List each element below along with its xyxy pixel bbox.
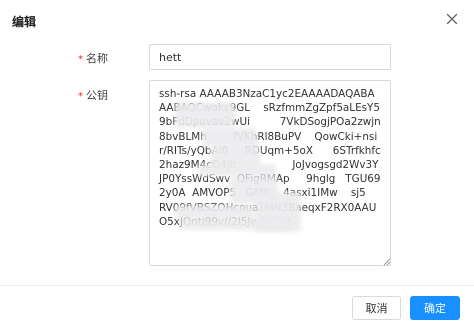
close-icon[interactable] <box>444 11 460 27</box>
dialog-title: 编辑 <box>12 15 37 29</box>
name-label-text: 名称 <box>86 52 108 65</box>
public-key-label-text: 公钥 <box>86 89 108 102</box>
public-key-form-row: * 公钥 ssh-rsa AAAAB3NzaC1yc2EAAAADAQABAAAB… <box>0 80 474 266</box>
footer-divider <box>0 285 474 286</box>
public-key-label: * 公钥 <box>78 87 108 103</box>
name-form-row: * 名称 <box>0 44 474 70</box>
redaction-blur <box>175 205 255 219</box>
confirm-button[interactable]: 确定 <box>410 296 460 320</box>
required-mark: * <box>78 91 83 102</box>
required-mark: * <box>78 54 83 65</box>
resize-grip-icon[interactable] <box>383 258 391 266</box>
redaction-blur <box>198 164 276 176</box>
redaction-blur <box>180 218 290 230</box>
cancel-button[interactable]: 取消 <box>352 296 401 320</box>
redaction-blur <box>175 102 235 128</box>
name-input[interactable] <box>149 44 391 70</box>
dialog-header: 编辑 <box>0 0 474 40</box>
edit-dialog: 编辑 *名称 *公钥 ssh-rsa AAAAB3NzaC1yc2EAAAADA… <box>0 0 474 332</box>
name-label: * 名称 <box>78 50 108 66</box>
